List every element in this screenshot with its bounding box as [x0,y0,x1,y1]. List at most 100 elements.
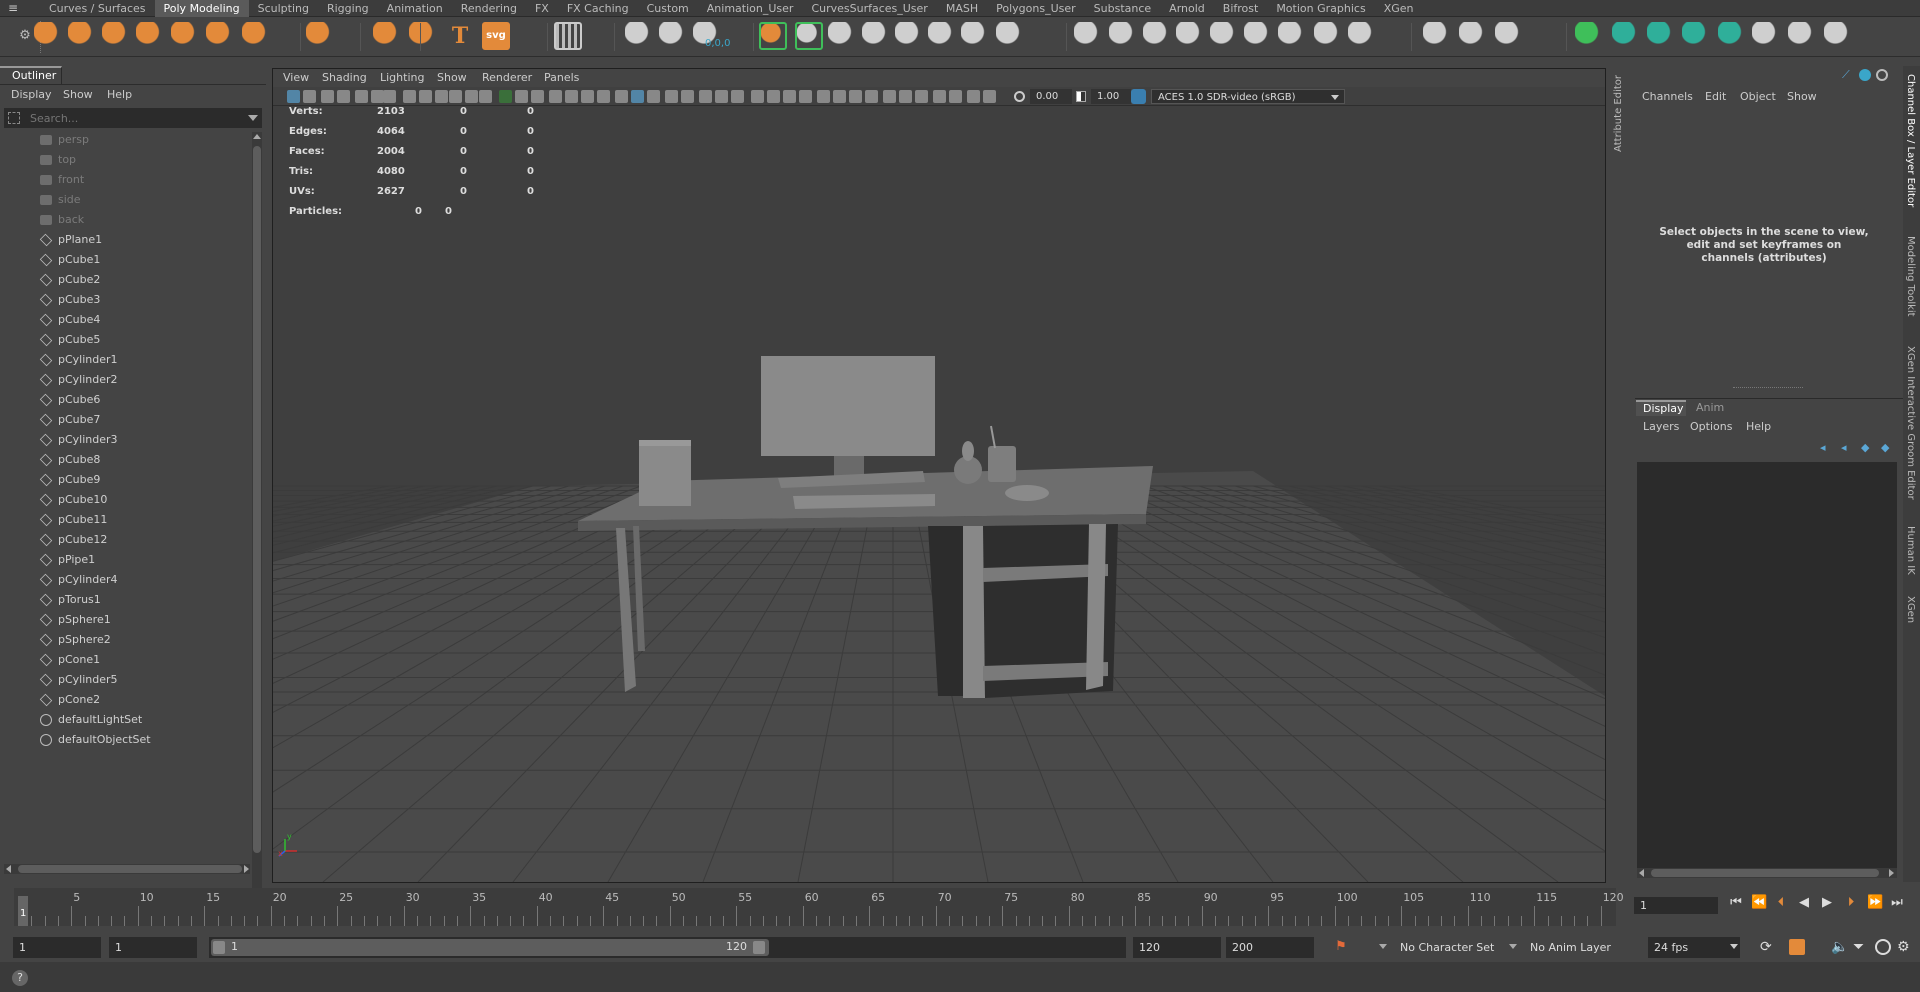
select-object-icon[interactable] [759,22,787,50]
outliner-item[interactable]: pCube7 [0,410,250,430]
anim-layer-dropdown-icon[interactable] [1509,944,1517,949]
exposure-icon[interactable] [1014,91,1025,102]
append-polygon-icon[interactable] [1109,22,1137,50]
viewport-tool-icon[interactable] [817,90,830,103]
viewport-tool-icon[interactable] [731,90,744,103]
move-layer-up-icon[interactable]: ◂ [1820,442,1834,454]
new-layer-selected-icon[interactable]: ◆ [1881,442,1895,454]
outliner-item[interactable]: pCone2 [0,690,250,710]
shelf-tab-bifrost[interactable]: Bifrost [1214,0,1268,17]
anim-layer-field[interactable]: No Anim Layer [1524,937,1624,958]
sweep-mesh-icon[interactable] [409,22,437,50]
viewport-tool-icon[interactable] [337,90,350,103]
playback-end-field[interactable]: 120 [1133,937,1221,958]
uv-editor-icon[interactable] [1575,22,1603,50]
wedge-icon[interactable] [1210,22,1238,50]
outliner-item[interactable]: pCube10 [0,490,250,510]
viewport-tool-icon[interactable] [751,90,764,103]
scene-start-field[interactable]: 1 [13,937,101,958]
anim-prefs-icon[interactable] [1875,939,1891,955]
viewport-tool-icon[interactable] [403,90,416,103]
colorspace-dropdown-icon[interactable] [1331,95,1339,100]
viewport-tool-icon[interactable] [883,90,896,103]
shelf-menu-icon[interactable]: ≡ [4,2,22,15]
viewport-tool-icon[interactable] [767,90,780,103]
viewport-tool-icon[interactable] [699,90,712,103]
vp-menu-view[interactable]: View [283,71,309,84]
viewport-tool-icon[interactable] [499,90,512,103]
svg-tool-icon[interactable]: svg [482,22,510,50]
shelf-tab-motion-graphics[interactable]: Motion Graphics [1267,0,1374,17]
outliner-item[interactable]: pSphere1 [0,610,250,630]
viewport-tool-icon[interactable] [681,90,694,103]
outliner-item[interactable]: persp [0,130,250,150]
outliner-item[interactable]: pCube12 [0,530,250,550]
step-back-key-icon[interactable]: ⏪ [1751,896,1767,910]
outliner-item[interactable]: defaultObjectSet [0,730,250,750]
gamma-field[interactable]: 1.00 [1091,89,1131,104]
viewport-tool-icon[interactable] [933,90,946,103]
select-camera-icon[interactable] [795,22,823,50]
viewport-tool-icon[interactable] [549,90,562,103]
new-empty-layer-icon[interactable]: ◆ [1861,442,1875,454]
hscroll-right-icon[interactable] [244,865,249,873]
outliner-item[interactable]: pCylinder5 [0,670,250,690]
shelf-tab-mash[interactable]: MASH [937,0,987,17]
layer-menu-help[interactable]: Help [1746,420,1771,433]
layer-tab-display[interactable]: Display [1636,400,1686,416]
settings-icon[interactable]: ⚙ [1897,939,1913,955]
viewport-tool-icon[interactable] [915,90,928,103]
vscroll-thumb[interactable] [253,146,261,853]
cylinder-icon[interactable] [102,22,130,50]
gamma-icon[interactable] [1076,91,1086,102]
outliner-item[interactable]: pCylinder2 [0,370,250,390]
vp-menu-panels[interactable]: Panels [544,71,579,84]
colorspace-select[interactable]: ACES 1.0 SDR-video (sRGB) [1151,89,1345,104]
cb-menu-show[interactable]: Show [1787,90,1817,103]
channelbox-splitter[interactable] [1733,387,1803,389]
auto-map-icon[interactable] [1718,22,1746,50]
viewport-tool-icon[interactable] [799,90,812,103]
shelf-settings-icon[interactable]: ⚙ [18,29,32,43]
outliner-item[interactable]: side [0,190,250,210]
cut-uv-icon[interactable] [1824,22,1852,50]
viewport-tool-icon[interactable] [967,90,980,103]
scene-end-field[interactable]: 200 [1226,937,1314,958]
viewport-tool-icon[interactable] [833,90,846,103]
shelf-tab-rigging[interactable]: Rigging [318,0,378,17]
shelf-tab-animation-user[interactable]: Animation_User [698,0,803,17]
outliner-menu-help[interactable]: Help [107,88,132,101]
human-ik-side-tab[interactable]: Human IK [1905,526,1916,575]
outliner-item[interactable]: top [0,150,250,170]
range-slider[interactable]: 1 120 [209,937,1126,958]
viewport-tool-icon[interactable] [849,90,862,103]
shelf-tab-custom[interactable]: Custom [638,0,698,17]
unfold-icon[interactable] [1752,22,1780,50]
layer-menu-options[interactable]: Options [1690,420,1732,433]
shelf-tab-polygons-user[interactable]: Polygons_User [987,0,1085,17]
boolean-icon[interactable] [928,22,956,50]
separate-icon[interactable] [862,22,890,50]
hscroll-left-icon[interactable] [6,865,11,873]
layer-hscroll-right-icon[interactable] [1889,869,1894,877]
combine-icon[interactable] [828,22,856,50]
search-options-icon[interactable] [8,112,20,124]
layout-icon[interactable] [1788,22,1816,50]
super-shape-icon[interactable] [373,22,401,50]
range-end-grip[interactable] [753,941,765,954]
viewport-tool-icon[interactable] [565,90,578,103]
plane-icon[interactable] [206,22,234,50]
duplicate-face-icon[interactable] [1278,22,1306,50]
chamfer-icon[interactable] [1348,22,1376,50]
bake-pivot-icon[interactable] [659,22,687,50]
viewport-tool-icon[interactable] [631,90,644,103]
channelbox-icon-3[interactable] [1876,69,1888,81]
channelbox-icon-2[interactable] [1859,69,1871,81]
platonic-icon[interactable] [306,22,334,50]
poke-icon[interactable] [1244,22,1272,50]
cylindrical-map-icon[interactable] [1647,22,1675,50]
outliner-hscroll[interactable] [4,864,250,874]
extract-icon[interactable] [895,22,923,50]
extrude-icon[interactable] [1074,22,1102,50]
play-forward-icon[interactable]: ▶ [1820,896,1834,910]
